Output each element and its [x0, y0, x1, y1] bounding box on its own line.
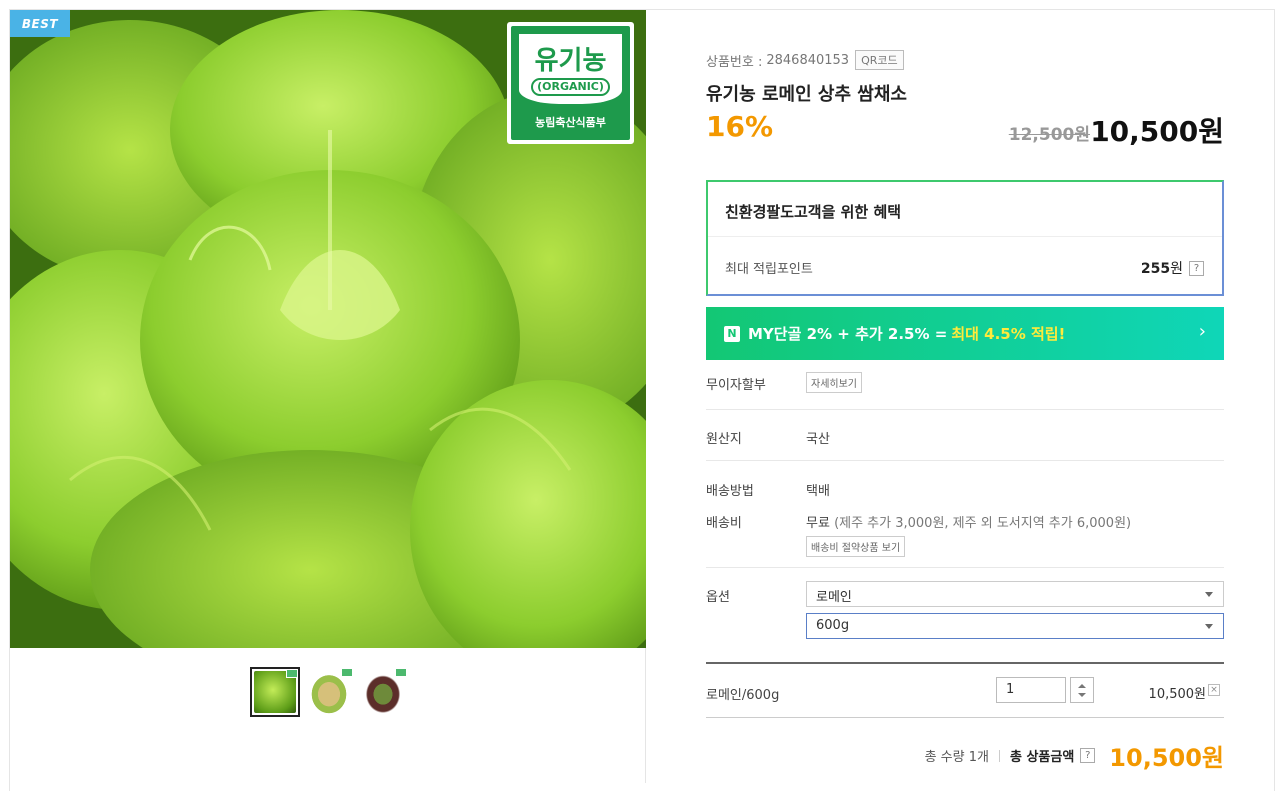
benefit-box: 친환경팔도고객을 위한 혜택 최대 적립포인트 255원 ? — [706, 180, 1224, 296]
thumbnail-list — [250, 667, 408, 717]
divider — [706, 460, 1224, 461]
stepper-up-icon[interactable] — [1078, 684, 1086, 688]
my-dangol-text: MY단골 2% + 추가 2.5% = — [748, 325, 948, 343]
shipping-method-label: 배송방법 — [706, 484, 754, 499]
product-number-value: 2846840153 — [766, 52, 850, 68]
point-label: 최대 적립포인트 — [725, 262, 813, 277]
product-page: BEST 유기농 (ORGANIC) 농림축산식품부 상품번호: 284684… — [9, 9, 1275, 791]
product-number: 상품번호 : 2846840153 QR코드 — [706, 50, 904, 70]
sale-price: 10,500원 — [1090, 115, 1224, 148]
option-select-1[interactable]: 로메인 — [806, 581, 1224, 607]
my-dangol-banner[interactable]: N MY단골 2% + 추가 2.5% = 최대 4.5% 적립! › — [706, 307, 1224, 360]
organic-certification-mark: 유기농 (ORGANIC) 농림축산식품부 — [507, 22, 634, 144]
option-select-1-value: 로메인 — [816, 590, 852, 605]
shipping-fee-note: (제주 추가 3,000원, 제주 외 도서지역 추가 6,000원) — [834, 516, 1132, 531]
help-icon[interactable]: ? — [1080, 748, 1096, 763]
my-dangol-highlight: 최대 4.5% 적립! — [951, 325, 1066, 343]
discount-rate: 16% — [706, 110, 774, 143]
option-select-2-value: 600g — [816, 618, 850, 633]
main-product-image: BEST 유기농 (ORGANIC) 농림축산식품부 — [10, 10, 646, 648]
original-price: 12,500원 — [1008, 125, 1090, 145]
organic-mark-foot: 농림축산식품부 — [535, 116, 606, 129]
option-select-2[interactable]: 600g — [806, 613, 1224, 639]
shipping-fee-label: 배송비 — [706, 516, 742, 531]
divider — [708, 236, 1222, 237]
thumbnail-3[interactable] — [358, 667, 408, 717]
option-label: 옵션 — [706, 590, 730, 605]
thumbnail-tag-icon — [395, 668, 407, 677]
divider — [998, 749, 1000, 762]
product-gallery: BEST 유기농 (ORGANIC) 농림축산식품부 — [10, 10, 646, 783]
installment-detail-button[interactable]: 자세히보기 — [806, 372, 862, 393]
installment-label: 무이자할부 — [706, 378, 766, 393]
order-line-price: 10,500원 — [1148, 687, 1206, 702]
help-icon[interactable]: ? — [1189, 260, 1204, 276]
stepper-down-icon[interactable] — [1078, 693, 1086, 697]
order-line-name: 로메인/600g — [706, 688, 780, 703]
shipping-fee-value: 무료 (제주 추가 3,000원, 제주 외 도서지역 추가 6,000원) — [806, 512, 1131, 531]
chevron-right-icon: › — [1198, 321, 1206, 342]
organic-mark-sub: (ORGANIC) — [531, 78, 610, 96]
best-badge: BEST — [10, 10, 70, 37]
divider — [706, 567, 1224, 568]
shipping-method-value: 택배 — [806, 484, 830, 499]
dropdown-caret-icon — [1205, 624, 1213, 629]
thumbnail-1[interactable] — [250, 667, 300, 717]
qr-code-button[interactable]: QR코드 — [855, 50, 904, 70]
quantity-input[interactable]: 1 — [996, 677, 1066, 703]
point-unit: 원 — [1170, 261, 1183, 277]
origin-value: 국산 — [806, 432, 830, 447]
total-summary: 총 수량 1개 총 상품금액 ? 10,500원 — [925, 738, 1224, 773]
product-title: 유기농 로메인 상추 쌈채소 — [706, 84, 907, 105]
origin-label: 원산지 — [706, 432, 742, 447]
close-icon[interactable]: × — [1208, 684, 1220, 696]
divider — [706, 717, 1224, 718]
shipping-fee-amount: 무료 — [806, 516, 830, 531]
dropdown-caret-icon — [1205, 592, 1213, 597]
thumbnail-2[interactable] — [304, 667, 354, 717]
product-number-label: 상품번호 : — [706, 54, 763, 70]
organic-mark-title: 유기농 — [534, 46, 607, 76]
divider — [706, 409, 1224, 410]
benefit-title: 친환경팔도고객을 위한 혜택 — [725, 203, 902, 221]
point-value-group: 255원 ? — [1141, 258, 1204, 278]
total-price: 10,500원 — [1109, 744, 1224, 772]
naver-n-icon: N — [724, 325, 740, 342]
thumbnail-tag-icon — [341, 668, 353, 677]
point-value: 255 — [1140, 261, 1171, 277]
divider — [706, 662, 1224, 664]
quantity-stepper[interactable] — [1070, 677, 1094, 703]
shipping-saving-button[interactable]: 배송비 절약상품 보기 — [806, 536, 906, 557]
total-quantity: 총 수량 1개 — [924, 750, 989, 765]
total-label: 총 상품금액 — [1009, 750, 1075, 765]
thumbnail-tag-icon — [286, 669, 298, 678]
